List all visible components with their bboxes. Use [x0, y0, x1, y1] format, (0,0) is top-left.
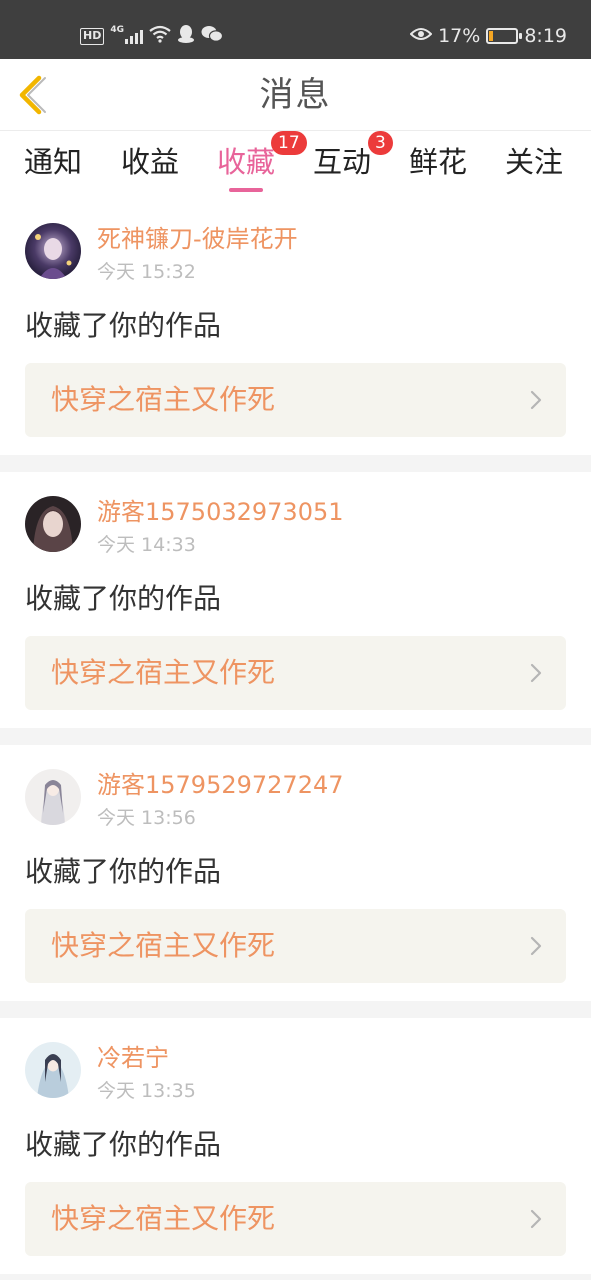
divider — [0, 1001, 591, 1018]
timestamp: 今天 13:35 — [97, 1080, 196, 1102]
list-item: 死神镰刀-彼岸花开 今天 15:32 收藏了你的作品 快穿之宿主又作死 — [0, 199, 591, 455]
avatar[interactable] — [25, 1042, 81, 1098]
work-title: 快穿之宿主又作死 — [51, 383, 276, 416]
timestamp: 今天 15:32 — [97, 261, 196, 283]
tab-earnings[interactable]: 收益 — [121, 143, 179, 181]
tab-label: 收藏 — [217, 145, 276, 179]
work-title: 快穿之宿主又作死 — [51, 656, 276, 689]
signal-icon — [125, 28, 143, 44]
work-title: 快穿之宿主又作死 — [51, 1202, 276, 1235]
avatar[interactable] — [25, 769, 81, 825]
action-text: 收藏了你的作品 — [25, 309, 222, 342]
action-text: 收藏了你的作品 — [25, 1128, 222, 1161]
work-link[interactable]: 快穿之宿主又作死 — [25, 909, 566, 983]
title-bar: 消息 — [0, 59, 591, 131]
list-item: 游客1579529727247 今天 13:56 收藏了你的作品 快穿之宿主又作… — [0, 745, 591, 1001]
divider — [0, 455, 591, 472]
work-link[interactable]: 快穿之宿主又作死 — [25, 1182, 566, 1256]
wifi-icon — [149, 25, 171, 47]
status-left: HD 4G — [80, 24, 224, 48]
tab-follows[interactable]: 关注 — [505, 143, 563, 181]
list-item: 冷若宁 今天 13:35 收藏了你的作品 快穿之宿主又作死 — [0, 1018, 591, 1274]
tab-flowers[interactable]: 鲜花 — [409, 143, 467, 181]
battery-icon — [486, 28, 523, 44]
list-item: 游客1575032973051 今天 14:33 收藏了你的作品 快穿之宿主又作… — [0, 472, 591, 728]
timestamp: 今天 13:56 — [97, 807, 196, 829]
eye-icon — [409, 24, 433, 48]
action-text: 收藏了你的作品 — [25, 855, 222, 888]
tab-interactions[interactable]: 互动 3 — [313, 131, 393, 181]
wechat-icon — [201, 25, 224, 47]
chevron-right-icon — [530, 390, 542, 410]
avatar[interactable] — [25, 496, 81, 552]
action-text: 收藏了你的作品 — [25, 582, 222, 615]
tab-label: 通知 — [24, 145, 83, 179]
tab-label: 鲜花 — [409, 145, 468, 179]
status-bar: HD 4G 17% 8:19 — [0, 0, 591, 59]
clock: 8:19 — [524, 25, 567, 47]
unread-badge: 3 — [368, 131, 393, 155]
tab-favorites[interactable]: 收藏 17 — [217, 131, 307, 192]
avatar[interactable] — [25, 223, 81, 279]
tab-label: 收益 — [121, 145, 180, 179]
active-tab-indicator — [229, 188, 263, 192]
battery-percent: 17% — [438, 25, 481, 47]
tab-notifications[interactable]: 通知 — [24, 143, 82, 181]
username[interactable]: 游客1575032973051 — [97, 496, 344, 528]
timestamp: 今天 14:33 — [97, 534, 196, 556]
tab-label: 关注 — [505, 145, 564, 179]
username[interactable]: 死神镰刀-彼岸花开 — [97, 223, 298, 255]
username[interactable]: 游客1579529727247 — [97, 769, 344, 801]
chevron-right-icon — [530, 663, 542, 683]
hd-badge: HD — [80, 27, 105, 45]
chevron-right-icon — [530, 1209, 542, 1229]
tab-label: 互动 — [313, 145, 372, 179]
username[interactable]: 冷若宁 — [97, 1042, 169, 1074]
tab-bar: 通知 收益 收藏 17 互动 3 鲜花 关注 — [0, 131, 591, 199]
page-title: 消息 — [259, 75, 332, 115]
work-link[interactable]: 快穿之宿主又作死 — [25, 363, 566, 437]
status-right: 17% 8:19 — [409, 24, 567, 48]
work-link[interactable]: 快穿之宿主又作死 — [25, 636, 566, 710]
divider — [0, 1274, 591, 1280]
unread-badge: 17 — [271, 131, 307, 155]
work-title: 快穿之宿主又作死 — [51, 929, 276, 962]
chevron-right-icon — [530, 936, 542, 956]
qq-icon — [177, 24, 195, 48]
message-list: 死神镰刀-彼岸花开 今天 15:32 收藏了你的作品 快穿之宿主又作死 游客15… — [0, 199, 591, 1280]
network-type: 4G — [110, 25, 124, 35]
divider — [0, 728, 591, 745]
